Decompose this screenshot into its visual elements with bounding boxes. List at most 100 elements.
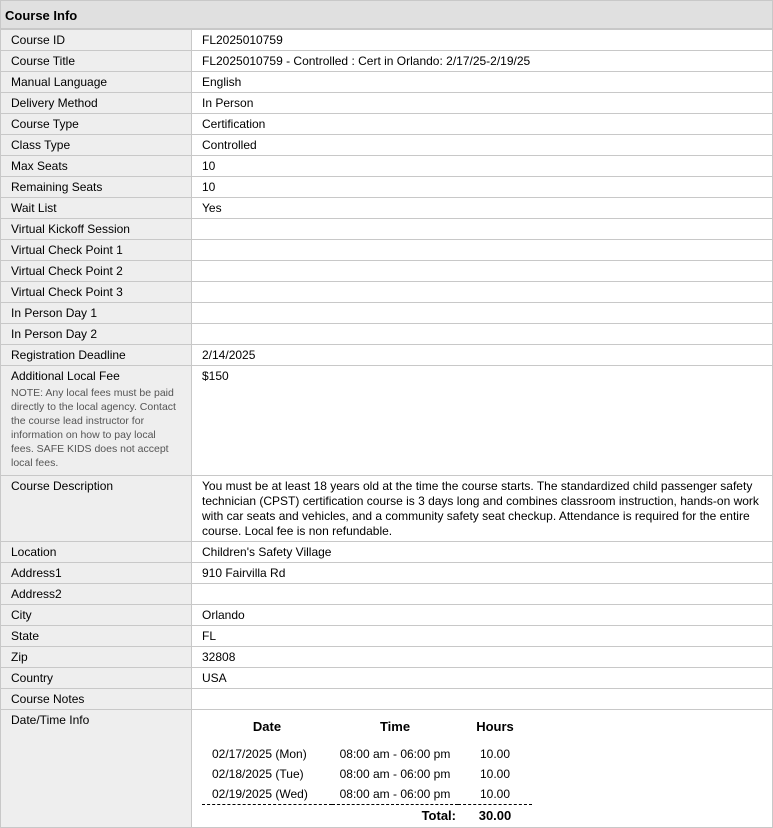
field-value: Children's Safety Village [191, 541, 773, 563]
fee-note: NOTE: Any local fees must be paid direct… [11, 387, 176, 469]
row-delivery-method: Delivery Method In Person [0, 92, 773, 114]
row-country: Country USA [0, 667, 773, 689]
course-info-table: Course ID FL2025010759 Course Title FL20… [0, 29, 773, 828]
schedule-row: 02/17/2025 (Mon) 08:00 am - 06:00 pm 10.… [202, 744, 532, 764]
field-label: Zip [0, 646, 192, 668]
field-value: 32808 [191, 646, 773, 668]
field-value: English [191, 71, 773, 93]
session-hours: 10.00 [479, 787, 511, 801]
field-label: Address1 [0, 562, 192, 584]
schedule-row: 02/19/2025 (Wed) 08:00 am - 06:00 pm 10.… [202, 784, 532, 805]
session-date: 02/17/2025 (Mon) [212, 747, 307, 761]
total-hours: 30.00 [458, 804, 532, 825]
section-title: Course Info [0, 0, 773, 29]
row-remaining-seats: Remaining Seats 10 [0, 176, 773, 198]
field-value [191, 260, 773, 282]
row-course-title: Course Title FL2025010759 - Controlled :… [0, 50, 773, 72]
schedule-header-date: Date [252, 719, 282, 734]
row-wait-list: Wait List Yes [0, 197, 773, 219]
schedule-header-time: Time [379, 719, 411, 734]
row-address2: Address2 [0, 583, 773, 605]
field-label: Course ID [0, 29, 192, 51]
row-in-person-day-1: In Person Day 1 [0, 302, 773, 324]
field-label: Virtual Kickoff Session [0, 218, 192, 240]
field-value: FL [191, 625, 773, 647]
session-date: 02/19/2025 (Wed) [212, 787, 308, 801]
row-virtual-check-point-3: Virtual Check Point 3 [0, 281, 773, 303]
row-additional-local-fee: Additional Local Fee NOTE: Any local fee… [0, 365, 773, 476]
field-label: Delivery Method [0, 92, 192, 114]
field-value: $150 [191, 365, 773, 476]
field-value: FL2025010759 - Controlled : Cert in Orla… [191, 50, 773, 72]
row-date-time-info: Date/Time Info Date Time Hours 02/17/202… [0, 709, 773, 828]
field-label: Virtual Check Point 2 [0, 260, 192, 282]
field-label: Date/Time Info [0, 709, 192, 828]
schedule-row: 02/18/2025 (Tue) 08:00 am - 06:00 pm 10.… [202, 764, 532, 784]
row-location: Location Children's Safety Village [0, 541, 773, 563]
field-value: 910 Fairvilla Rd [191, 562, 773, 584]
field-value: In Person [191, 92, 773, 114]
field-value [191, 239, 773, 261]
field-value: Controlled [191, 134, 773, 156]
field-label: City [0, 604, 192, 626]
field-label: State [0, 625, 192, 647]
field-label: Wait List [0, 197, 192, 219]
fee-label-cell: Additional Local Fee NOTE: Any local fee… [0, 365, 192, 476]
field-value [191, 688, 773, 710]
field-label: Course Notes [0, 688, 192, 710]
date-time-cell: Date Time Hours 02/17/2025 (Mon) 08:00 a… [191, 709, 773, 828]
field-label: Country [0, 667, 192, 689]
row-virtual-check-point-2: Virtual Check Point 2 [0, 260, 773, 282]
field-label: Course Description [0, 475, 192, 542]
field-label: Registration Deadline [0, 344, 192, 366]
field-value: FL2025010759 [191, 29, 773, 51]
schedule-total-row: Total: 30.00 [202, 804, 532, 825]
field-label: Class Type [0, 134, 192, 156]
field-value [191, 323, 773, 345]
field-label: Course Title [0, 50, 192, 72]
field-label: Course Type [0, 113, 192, 135]
row-state: State FL [0, 625, 773, 647]
field-value: Orlando [191, 604, 773, 626]
row-course-description: Course Description You must be at least … [0, 475, 773, 542]
field-label: Address2 [0, 583, 192, 605]
field-value: Certification [191, 113, 773, 135]
session-time: 08:00 am - 06:00 pm [339, 787, 451, 801]
field-value: USA [191, 667, 773, 689]
session-hours: 10.00 [479, 767, 511, 781]
session-hours: 10.00 [479, 747, 511, 761]
course-description-text: You must be at least 18 years old at the… [191, 475, 773, 542]
field-value [191, 583, 773, 605]
field-label: In Person Day 1 [0, 302, 192, 324]
field-label: Remaining Seats [0, 176, 192, 198]
session-time: 08:00 am - 06:00 pm [339, 747, 451, 761]
row-city: City Orlando [0, 604, 773, 626]
session-date: 02/18/2025 (Tue) [212, 767, 304, 781]
field-value: Yes [191, 197, 773, 219]
field-value [191, 302, 773, 324]
schedule-header-row: Date Time Hours [202, 717, 532, 744]
row-manual-language: Manual Language English [0, 71, 773, 93]
field-label: Additional Local Fee [11, 369, 120, 383]
field-value: 10 [191, 155, 773, 177]
field-label: Manual Language [0, 71, 192, 93]
field-label: Virtual Check Point 3 [0, 281, 192, 303]
row-course-type: Course Type Certification [0, 113, 773, 135]
row-registration-deadline: Registration Deadline 2/14/2025 [0, 344, 773, 366]
field-value [191, 218, 773, 240]
row-in-person-day-2: In Person Day 2 [0, 323, 773, 345]
row-address1: Address1 910 Fairvilla Rd [0, 562, 773, 584]
field-label: Max Seats [0, 155, 192, 177]
field-label: Virtual Check Point 1 [0, 239, 192, 261]
field-value: 10 [191, 176, 773, 198]
total-spacer [202, 804, 332, 825]
field-value [191, 281, 773, 303]
row-course-id: Course ID FL2025010759 [0, 29, 773, 51]
row-virtual-check-point-1: Virtual Check Point 1 [0, 239, 773, 261]
total-label: Total: [332, 804, 458, 825]
field-label: In Person Day 2 [0, 323, 192, 345]
row-zip: Zip 32808 [0, 646, 773, 668]
row-virtual-kickoff: Virtual Kickoff Session [0, 218, 773, 240]
session-time: 08:00 am - 06:00 pm [339, 767, 451, 781]
row-max-seats: Max Seats 10 [0, 155, 773, 177]
